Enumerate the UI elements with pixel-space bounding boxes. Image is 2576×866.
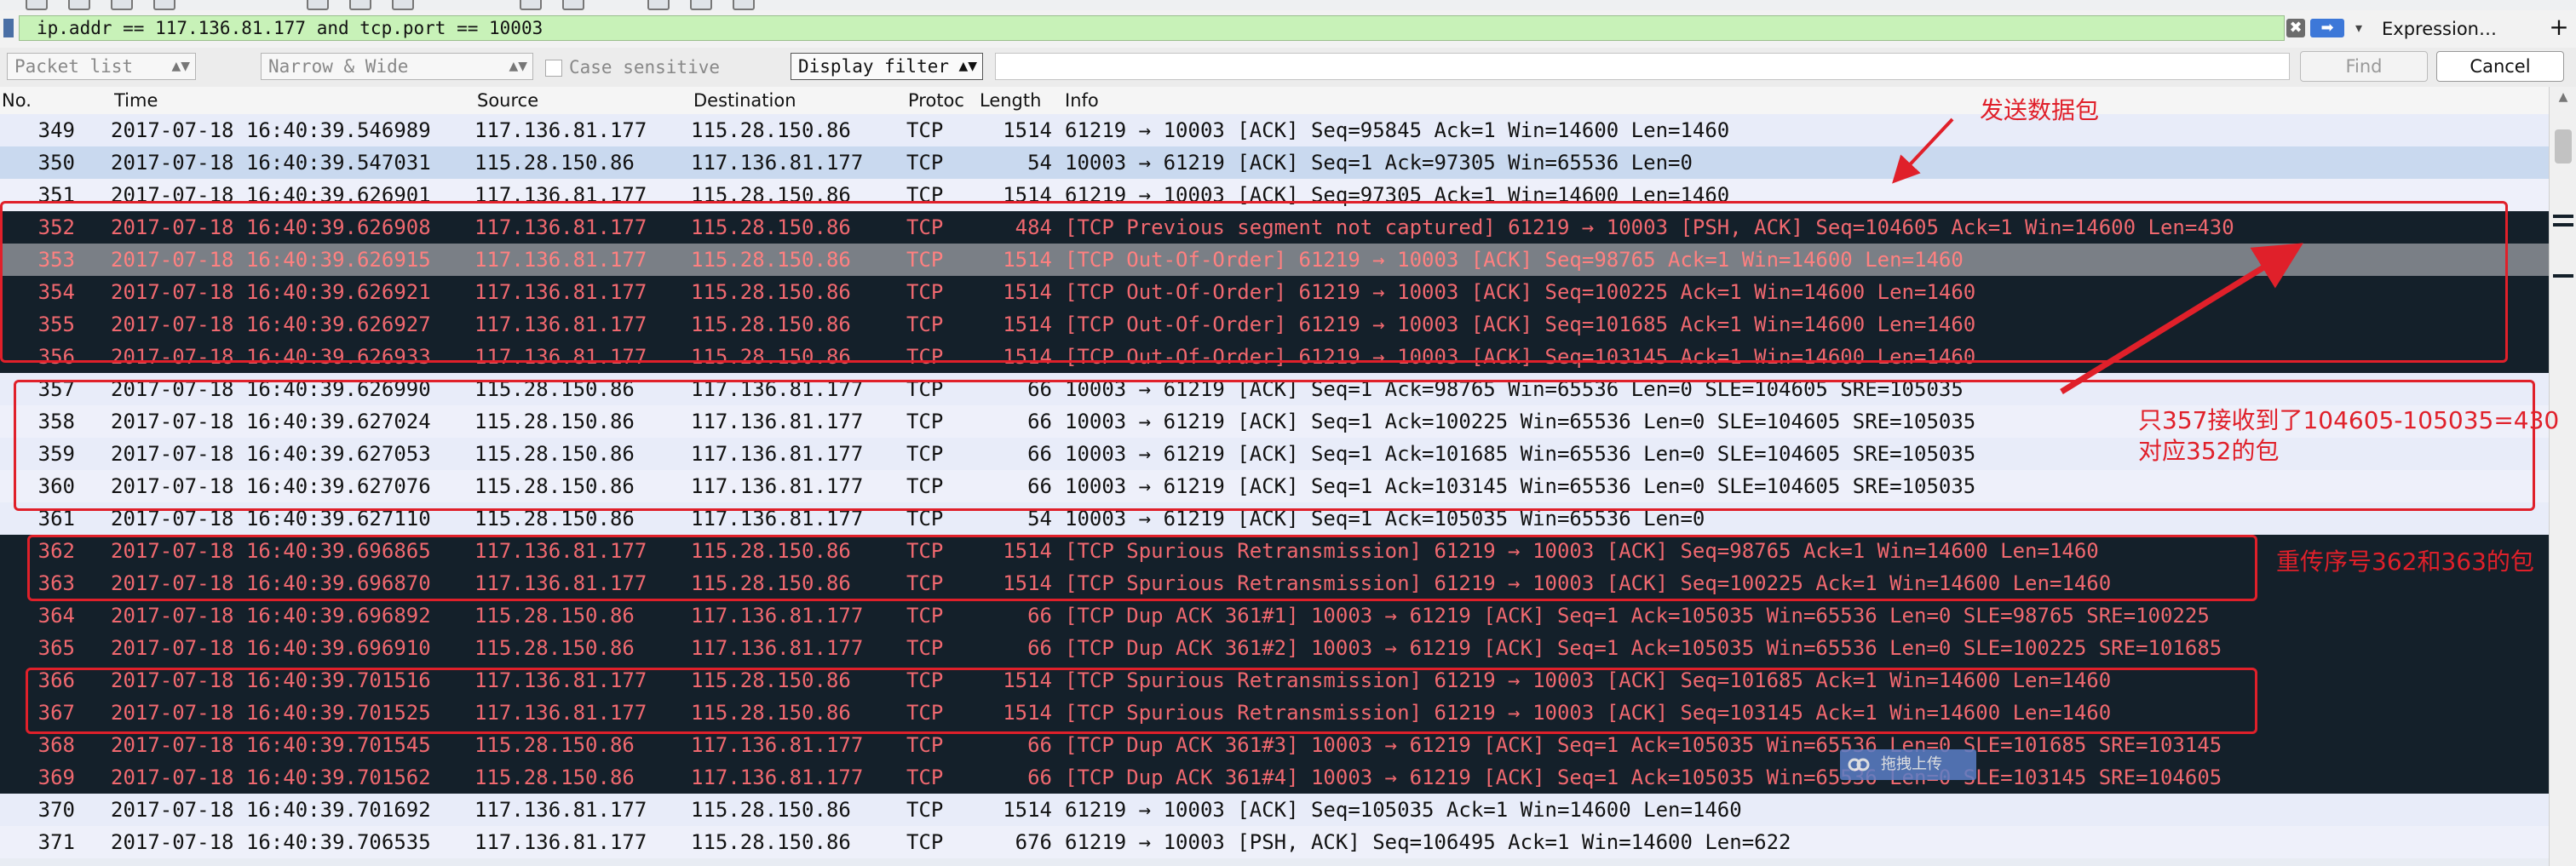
annotation-arrow-send — [1892, 118, 1954, 184]
cloud-icon — [1848, 758, 1870, 771]
watermark-text: 拖拽上传 — [1881, 755, 1942, 773]
annotation-only-357: 只357接收到了104605-105035=430 — [2138, 406, 2560, 434]
annotation-matches-352: 对应352的包 — [2138, 437, 2280, 465]
annotation-send-packets: 发送数据包 — [1980, 96, 2100, 124]
annotation-retransmit: 重传序号362和363的包 — [2276, 548, 2534, 576]
annotation-arrow-357-to-352 — [2060, 243, 2303, 394]
drag-upload-watermark: 拖拽上传 — [1840, 749, 1976, 780]
